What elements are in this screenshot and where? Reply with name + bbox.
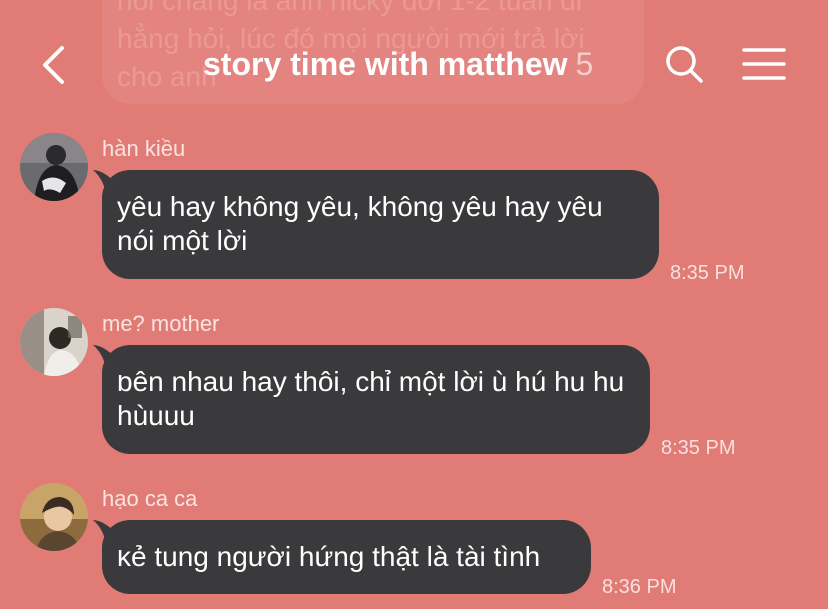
search-button[interactable] (664, 44, 704, 84)
avatar-han-kieu[interactable] (20, 133, 88, 201)
bubble-tail (93, 170, 123, 200)
bubble-tail (93, 520, 123, 550)
avatar-photo (20, 308, 88, 376)
message-bubble[interactable]: yêu hay không yêu, không yêu hay yêu nói… (93, 170, 659, 279)
hamburger-menu-icon (742, 48, 786, 80)
message-text: yêu hay không yêu, không yêu hay yêu nói… (117, 191, 603, 256)
avatar-hao-ca-ca[interactable] (20, 483, 88, 551)
avatar-photo (20, 483, 88, 551)
sender-name: me? mother (102, 311, 220, 336)
message-timestamp: 8:36 PM (602, 576, 677, 598)
avatar-photo (20, 133, 88, 201)
sender-name: hạo ca ca (102, 486, 198, 511)
menu-button[interactable] (742, 46, 786, 82)
member-count: 5 (575, 46, 594, 82)
message-text: kẻ tung người hứng thật là tài tình (117, 541, 541, 572)
chat-header: story time with matthew 5 (0, 0, 828, 120)
avatar-me-mother[interactable] (20, 308, 88, 376)
message-timestamp: 8:35 PM (661, 437, 736, 459)
sender-name: hàn kiều (102, 136, 186, 161)
message-timestamp: 8:35 PM (670, 262, 745, 284)
chat-title-text: story time with matthew (203, 46, 568, 82)
message-text: bên nhau hay thôi, chỉ một lời ù hú hu h… (117, 366, 625, 431)
back-button[interactable] (36, 44, 76, 86)
chevron-left-icon (43, 46, 64, 84)
message-bubble[interactable]: kẻ tung người hứng thật là tài tình (93, 520, 591, 594)
bubble-tail (93, 345, 123, 375)
message-bubble[interactable]: bên nhau hay thôi, chỉ một lời ù hú hu h… (93, 345, 650, 454)
chat-title: story time with matthew 5 (203, 44, 593, 84)
search-icon (666, 46, 703, 83)
